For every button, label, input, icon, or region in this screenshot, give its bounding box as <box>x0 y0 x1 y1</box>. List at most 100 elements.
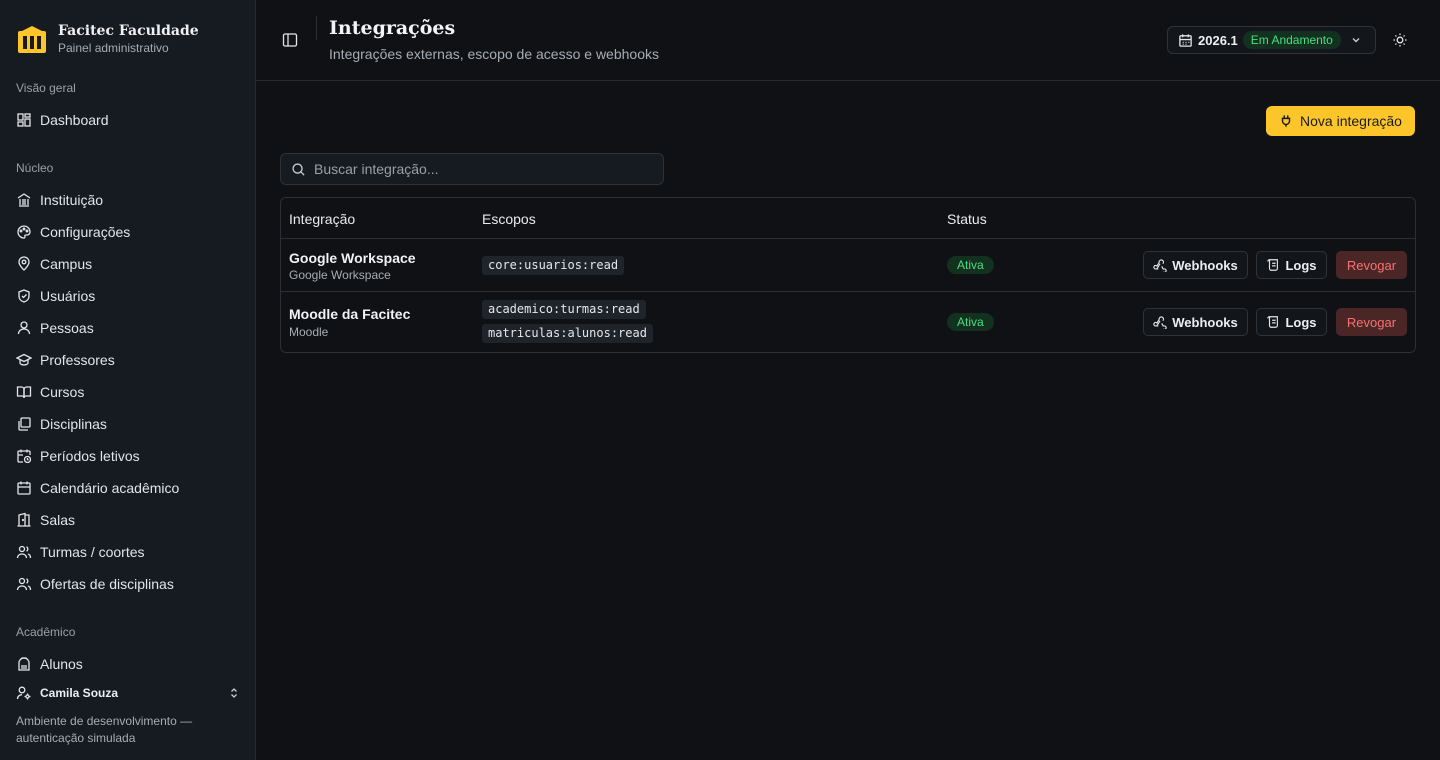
sidebar-toggle-button[interactable] <box>280 30 300 50</box>
sidebar-item-alunos[interactable]: Alunos <box>0 648 256 680</box>
table-row: Moodle da Facitec Moodle academico:turma… <box>281 292 1415 352</box>
table-row: Google Workspace Google Workspace core:u… <box>281 239 1415 292</box>
sidebar-item-label: Professores <box>40 352 115 368</box>
sidebar-item-label: Disciplinas <box>40 416 107 432</box>
sidebar-item-calendario-academico[interactable]: Calendário acadêmico <box>0 472 256 504</box>
sidebar-item-configuracoes[interactable]: Configurações <box>0 216 256 248</box>
webhooks-button[interactable]: Webhooks <box>1143 308 1248 336</box>
sun-icon <box>1393 33 1407 47</box>
sidebar-item-cursos[interactable]: Cursos <box>0 376 256 408</box>
page-header: Integrações Integrações externas, escopo… <box>256 0 1440 81</box>
landmark-icon <box>17 193 31 207</box>
integration-name: Google Workspace <box>289 250 416 266</box>
new-integration-button[interactable]: Nova integração <box>1266 106 1415 136</box>
book-open-icon <box>16 386 32 399</box>
logs-button[interactable]: Logs <box>1256 308 1327 336</box>
user-icon <box>17 321 31 335</box>
sidebar-item-label: Pessoas <box>40 320 94 336</box>
sidebar-item-salas[interactable]: Salas <box>0 504 256 536</box>
table-header: Integração Escopos Status <box>281 198 1415 239</box>
integration-type: Google Workspace <box>289 268 391 282</box>
users-icon <box>16 577 32 591</box>
chevrons-up-down-icon <box>231 688 237 698</box>
users-icon <box>16 545 32 559</box>
revoke-button[interactable]: Revogar <box>1336 308 1407 336</box>
map-pin-icon <box>18 256 30 271</box>
search-icon <box>292 162 305 176</box>
logs-label: Logs <box>1285 314 1317 330</box>
logo-icon <box>16 25 48 55</box>
scope-tag: academico:turmas:read <box>482 300 646 319</box>
revoke-button[interactable]: Revogar <box>1336 251 1407 279</box>
column-header-status: Status <box>947 211 987 227</box>
sidebar-item-label: Ofertas de disciplinas <box>40 576 174 592</box>
sidebar-item-periodos-letivos[interactable]: Períodos letivos <box>0 440 256 472</box>
plug-icon <box>1281 115 1291 127</box>
graduation-cap-icon <box>16 353 32 366</box>
chevron-down-icon <box>1352 38 1360 43</box>
sidebar-item-turmas-coortes[interactable]: Turmas / coortes <box>0 536 256 568</box>
main-content: Integrações Integrações externas, escopo… <box>256 0 1440 760</box>
page-subtitle: Integrações externas, escopo de acesso e… <box>329 46 659 62</box>
search-input[interactable] <box>314 161 644 177</box>
user-cog-icon <box>16 686 31 700</box>
sidebar-item-label: Alunos <box>40 656 83 672</box>
webhooks-label: Webhooks <box>1172 314 1238 330</box>
section-label-academico: Acadêmico <box>16 625 76 639</box>
door-icon <box>17 512 31 527</box>
user-name: Camila Souza <box>40 686 119 700</box>
section-label-visao-geral: Visão geral <box>16 81 76 95</box>
sidebar-item-label: Salas <box>40 512 76 528</box>
page-title: Integrações <box>329 17 456 39</box>
scroll-icon <box>1267 316 1279 328</box>
scope-tag: matriculas:alunos:read <box>482 324 653 343</box>
webhook-icon <box>1153 316 1167 329</box>
status-badge: Ativa <box>947 313 994 331</box>
brand-title: Facitec Faculdade <box>58 23 199 39</box>
sidebar-item-campus[interactable]: Campus <box>0 248 256 280</box>
palette-icon <box>17 225 31 239</box>
period-status-badge: Em Andamento <box>1242 31 1341 49</box>
sidebar-item-label: Turmas / coortes <box>40 544 145 560</box>
brand-subtitle: Painel administrativo <box>58 41 169 55</box>
sidebar-item-instituicao[interactable]: Instituição <box>0 184 256 216</box>
webhooks-button[interactable]: Webhooks <box>1143 251 1248 279</box>
integration-name: Moodle da Facitec <box>289 306 411 322</box>
environment-note: Ambiente de desenvolvimento — autenticaç… <box>16 714 193 745</box>
webhook-icon <box>1153 259 1167 272</box>
logs-label: Logs <box>1285 257 1317 273</box>
new-integration-label: Nova integração <box>1300 113 1402 129</box>
sidebar-item-label: Cursos <box>40 384 85 400</box>
dashboard-icon <box>17 113 31 127</box>
sidebar-item-ofertas-de-disciplinas[interactable]: Ofertas de disciplinas <box>0 568 256 600</box>
sidebar-item-label: Calendário acadêmico <box>40 480 180 496</box>
column-header-escopos: Escopos <box>482 211 536 227</box>
search-box[interactable] <box>280 153 664 185</box>
sidebar-item-label: Dashboard <box>40 112 109 128</box>
sidebar-item-professores[interactable]: Professores <box>0 344 256 376</box>
theme-toggle-button[interactable] <box>1390 30 1410 50</box>
sidebar-item-pessoas[interactable]: Pessoas <box>0 312 256 344</box>
sidebar-item-label: Períodos letivos <box>40 448 140 464</box>
calendar-icon <box>17 481 31 495</box>
scope-tag: core:usuarios:read <box>482 256 625 275</box>
shield-icon <box>18 289 30 303</box>
section-label-nucleo: Núcleo <box>16 161 54 175</box>
column-header-integracao: Integração <box>289 211 356 227</box>
integration-type: Moodle <box>289 325 329 339</box>
sidebar: Facitec Faculdade Painel administrativo … <box>0 0 256 760</box>
calendar-clock-icon <box>17 449 32 464</box>
sidebar-item-dashboard[interactable]: Dashboard <box>0 104 256 136</box>
logs-button[interactable]: Logs <box>1256 251 1327 279</box>
backpack-icon <box>18 657 30 671</box>
user-menu[interactable]: Camila Souza <box>0 680 256 706</box>
sidebar-item-disciplinas[interactable]: Disciplinas <box>0 408 256 440</box>
sidebar-item-label: Campus <box>40 256 93 272</box>
brand[interactable]: Facitec Faculdade Painel administrativo <box>0 0 255 64</box>
period-selector[interactable]: 2026.1 Em Andamento <box>1167 26 1376 54</box>
status-badge: Ativa <box>947 256 994 274</box>
sidebar-item-usuarios[interactable]: Usuários <box>0 280 256 312</box>
period-year: 2026.1 <box>1198 32 1238 48</box>
sidebar-item-label: Usuários <box>40 288 96 304</box>
webhooks-label: Webhooks <box>1172 257 1238 273</box>
